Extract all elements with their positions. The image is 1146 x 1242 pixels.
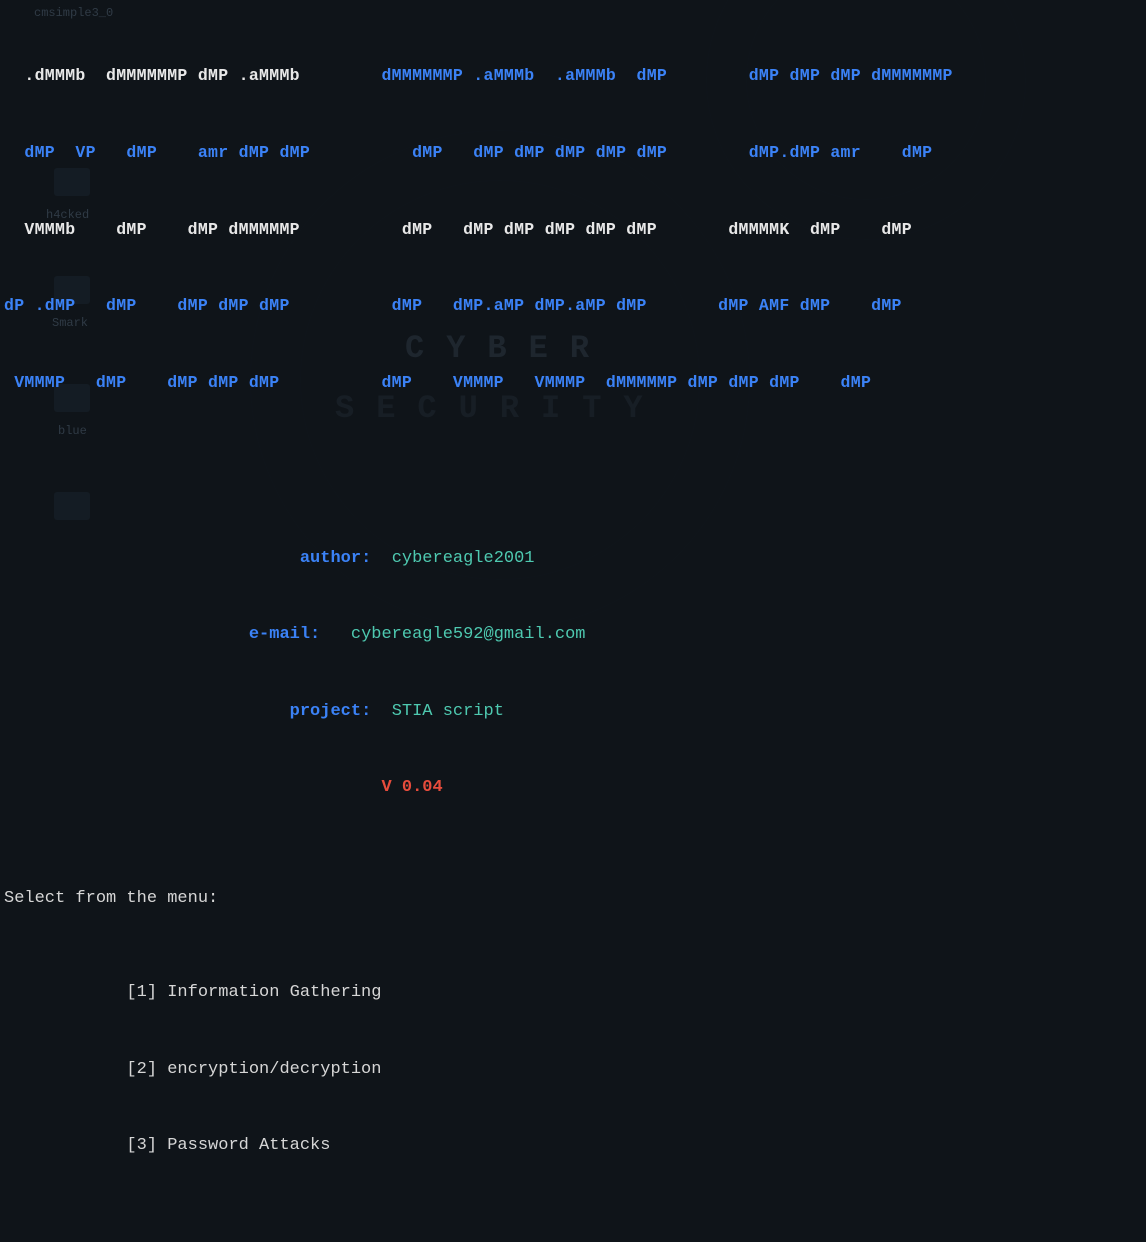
script-info: author: cybereagle2001 e-mail: cybereagl… — [4, 495, 1142, 852]
author-value: cybereagle2001 — [392, 549, 535, 568]
menu-items: [1] Information Gathering [2] encryption… — [4, 929, 1142, 1210]
project-value: STIA script — [392, 702, 504, 721]
author-label: author: — [300, 549, 371, 568]
terminal-content: .dMMMb dMMMMMMP dMP .aMMMb dMMMMMMP .aMM… — [0, 0, 1146, 1242]
menu-item-2[interactable]: [2] encryption/decryption — [126, 1060, 381, 1079]
version-text: V 0.04 — [381, 778, 442, 797]
project-label: project: — [290, 702, 372, 721]
email-value: cybereagle592@gmail.com — [351, 625, 586, 644]
menu-item-1[interactable]: [1] Information Gathering — [126, 983, 381, 1002]
menu-items-system: [99] UPDATE [00] LOGOUT — [4, 1228, 1142, 1242]
menu-item-3[interactable]: [3] Password Attacks — [126, 1136, 330, 1155]
menu-prompt: Select from the menu: — [4, 886, 1142, 912]
ascii-art-banner: .dMMMb dMMMMMMP dMP .aMMMb dMMMMMMP .aMM… — [4, 12, 1142, 447]
email-label: e-mail: — [249, 625, 320, 644]
